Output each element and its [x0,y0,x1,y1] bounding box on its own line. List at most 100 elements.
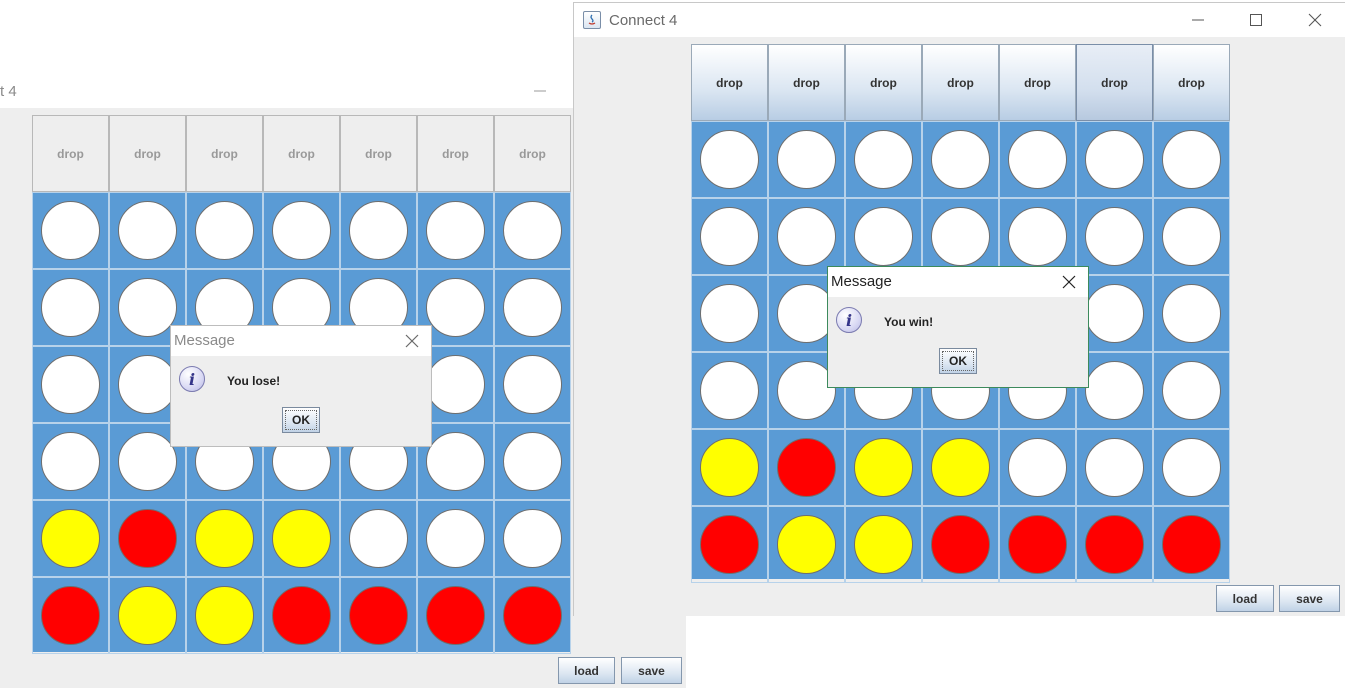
empty-slot [118,432,177,491]
empty-slot [700,130,759,189]
left-board-cell [32,423,109,500]
empty-slot [426,201,485,260]
right-board-cell [1153,352,1230,429]
left-board-cell [340,500,417,577]
minimize-icon [534,90,546,92]
right-board-cell [1153,429,1230,506]
right-maximize-button[interactable] [1233,3,1279,37]
left-drop-button-col-4: drop [263,115,340,192]
yellow-disc [41,509,100,568]
java-app-icon [583,11,601,29]
empty-slot [118,201,177,260]
red-disc [777,438,836,497]
left-dialog-close-button[interactable] [403,332,421,350]
yellow-disc [118,586,177,645]
empty-slot [1085,361,1144,420]
yellow-disc [272,509,331,568]
left-board-cell [32,192,109,269]
empty-slot [503,509,562,568]
empty-slot [41,432,100,491]
right-board-cell [1076,121,1153,198]
right-drop-button-col-3[interactable]: drop [845,44,922,121]
red-disc [931,515,990,574]
right-board-cell [845,429,922,506]
right-board-cell [1076,429,1153,506]
right-dialog-title: Message [831,273,892,290]
red-disc [41,586,100,645]
right-board-cell [999,429,1076,506]
empty-slot [700,284,759,343]
red-disc [272,586,331,645]
left-board-cell [109,577,186,654]
empty-slot [1008,130,1067,189]
right-drop-button-col-2[interactable]: drop [768,44,845,121]
right-board-cell [768,121,845,198]
empty-slot [41,278,100,337]
close-icon [405,334,419,348]
left-board-cell [109,192,186,269]
maximize-icon [1249,13,1262,26]
right-drop-button-col-4[interactable]: drop [922,44,999,121]
empty-slot [700,207,759,266]
left-drop-button-col-6: drop [417,115,494,192]
right-drop-button-col-7[interactable]: drop [1153,44,1230,121]
right-minimize-button[interactable] [1175,3,1221,37]
info-icon: i [836,307,862,333]
empty-slot [854,130,913,189]
right-board-cell [1076,506,1153,583]
empty-slot [700,361,759,420]
left-board-cell [186,192,263,269]
right-board-cell [691,352,768,429]
minimize-icon [1192,19,1204,21]
yellow-disc [195,509,254,568]
left-drop-button-col-5: drop [340,115,417,192]
empty-slot [41,355,100,414]
right-board-cell [691,429,768,506]
left-board-cell [494,423,571,500]
empty-slot [118,355,177,414]
left-drop-button-col-7: drop [494,115,571,192]
empty-slot [41,201,100,260]
left-board-cell [263,500,340,577]
right-drop-button-col-6[interactable]: drop [1076,44,1153,121]
left-dialog-message: You lose! [227,374,281,388]
right-drop-button-col-1[interactable]: drop [691,44,768,121]
empty-slot [503,201,562,260]
left-board-cell [32,500,109,577]
right-board-cell [845,198,922,275]
right-dialog-close-button[interactable] [1060,273,1078,291]
empty-slot [426,278,485,337]
left-board-cell [494,269,571,346]
left-drop-button-col-1: drop [32,115,109,192]
left-board-cell [340,192,417,269]
empty-slot [118,278,177,337]
right-board-cell [1153,121,1230,198]
right-drop-button-col-5[interactable]: drop [999,44,1076,121]
right-board-cell [768,198,845,275]
left-board-cell [186,500,263,577]
right-save-button[interactable]: save [1279,585,1340,612]
left-dialog-titlebar: Message [171,326,431,356]
right-board-cell [768,429,845,506]
empty-slot [503,432,562,491]
left-save-button[interactable]: save [621,657,682,684]
red-disc [1162,515,1221,574]
right-dialog-ok-button[interactable]: OK [939,348,977,374]
right-board-cell [922,198,999,275]
left-dialog-ok-button[interactable]: OK [282,407,320,433]
right-board-cell [922,429,999,506]
left-minimize-button[interactable] [517,74,563,108]
empty-slot [503,278,562,337]
yellow-disc [854,515,913,574]
right-close-button[interactable] [1292,3,1338,37]
left-drop-button-col-3: drop [186,115,263,192]
yellow-disc [931,438,990,497]
red-disc [503,586,562,645]
empty-slot [1162,130,1221,189]
left-load-button[interactable]: load [558,657,615,684]
yellow-disc [195,586,254,645]
left-board-cell [340,577,417,654]
empty-slot [426,432,485,491]
right-load-button[interactable]: load [1216,585,1274,612]
left-board-cell [109,500,186,577]
